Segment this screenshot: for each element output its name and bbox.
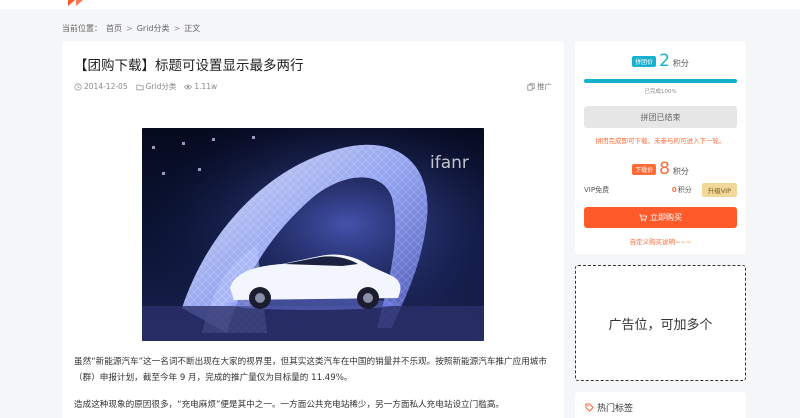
group-notice: 拼团完成即可下载，未参与的可进入下一轮。 bbox=[595, 137, 726, 145]
breadcrumb: 当前位置： 首页 > Grid分类 > 正文 bbox=[62, 21, 200, 35]
promo-link[interactable]: 推广 bbox=[527, 81, 552, 92]
group-price-unit: 积分 bbox=[672, 58, 689, 68]
group-progress-fill bbox=[584, 79, 737, 83]
custom-purchase-link[interactable]: 自定义购买说明~~~ bbox=[575, 236, 746, 246]
group-price-row: 拼团价 2 积分 bbox=[575, 51, 746, 71]
tag-icon bbox=[585, 403, 594, 412]
purchase-card: 拼团价 2 积分 已完成100% 拼团已结束 拼团完成即可下载，未参与的可进入下… bbox=[575, 41, 746, 254]
promo-label[interactable]: 推广 bbox=[537, 81, 552, 92]
hot-tags-title: 热门标签 bbox=[597, 404, 634, 414]
meta-date: 2014-12-05 bbox=[74, 82, 128, 91]
buy-now-button[interactable]: 立即购买 bbox=[584, 207, 737, 228]
download-price-badge: 下载价 bbox=[632, 163, 657, 175]
vip-price-unit: 积分 bbox=[677, 186, 692, 194]
article-image: ifanr bbox=[142, 128, 484, 341]
group-progress-bar bbox=[584, 79, 737, 83]
site-logo[interactable] bbox=[66, 0, 90, 6]
meta-category-text[interactable]: Grid分类 bbox=[146, 81, 177, 92]
article-paragraph: 造成这种现象的原因很多，“充电麻烦”便是其中之一。一方面公共充电站稀少，另一方面… bbox=[74, 400, 505, 410]
meta-views: 1.11w bbox=[184, 82, 217, 91]
breadcrumb-category-link[interactable]: Grid分类 bbox=[137, 23, 170, 34]
cart-icon bbox=[639, 213, 647, 222]
ad-text[interactable]: 广告位，可加多个 bbox=[608, 314, 712, 333]
article-paragraph: 虽然“新能源汽车”这一名词不断出现在大家的视界里，但其实这类汽车在中国的销量并不… bbox=[74, 357, 547, 383]
hot-tags-heading: 热门标签 bbox=[585, 401, 633, 414]
vip-label: VIP免费 bbox=[584, 186, 610, 194]
article-meta: 2014-12-05 Grid分类 1.11w bbox=[74, 81, 217, 92]
eye-icon bbox=[184, 84, 193, 89]
group-price-badge: 拼团价 bbox=[632, 55, 657, 67]
meta-category[interactable]: Grid分类 bbox=[135, 81, 177, 92]
top-header bbox=[0, 0, 800, 9]
breadcrumb-current: 正文 bbox=[184, 23, 201, 33]
download-price-unit: 积分 bbox=[672, 166, 689, 176]
folder-icon bbox=[135, 84, 144, 90]
article-title: 【团购下载】标题可设置显示最多两行 bbox=[74, 58, 304, 74]
hot-tags-card: 热门标签 bbox=[575, 392, 746, 418]
download-price-value: 8 bbox=[659, 159, 670, 179]
breadcrumb-home-link[interactable]: 首页 bbox=[106, 23, 122, 34]
download-price-row: 下载价 8 积分 bbox=[575, 159, 746, 179]
article-card: 【团购下载】标题可设置显示最多两行 2014-12-05 Grid分类 1.11… bbox=[62, 41, 564, 418]
breadcrumb-prefix: 当前位置： bbox=[62, 23, 102, 33]
image-watermark: ifanr bbox=[430, 153, 469, 173]
upgrade-vip-button[interactable]: 升级VIP bbox=[701, 183, 737, 197]
meta-date-text: 2014-12-05 bbox=[84, 82, 128, 91]
copy-icon bbox=[527, 82, 535, 91]
clock-icon bbox=[74, 82, 82, 91]
group-progress-text: 已完成100% bbox=[644, 89, 677, 95]
vip-price-value: 0 bbox=[671, 186, 677, 194]
group-ended-button[interactable]: 拼团已结束 bbox=[584, 106, 737, 128]
breadcrumb-separator: > bbox=[126, 23, 133, 33]
vip-row: VIP免费 0 积分 升级VIP bbox=[584, 182, 737, 198]
breadcrumb-separator: > bbox=[173, 23, 181, 33]
meta-views-text: 1.11w bbox=[194, 82, 218, 91]
group-price-value: 2 bbox=[659, 51, 670, 71]
ad-slot[interactable]: 广告位，可加多个 bbox=[575, 265, 746, 381]
buy-now-label[interactable]: 立即购买 bbox=[650, 212, 682, 223]
